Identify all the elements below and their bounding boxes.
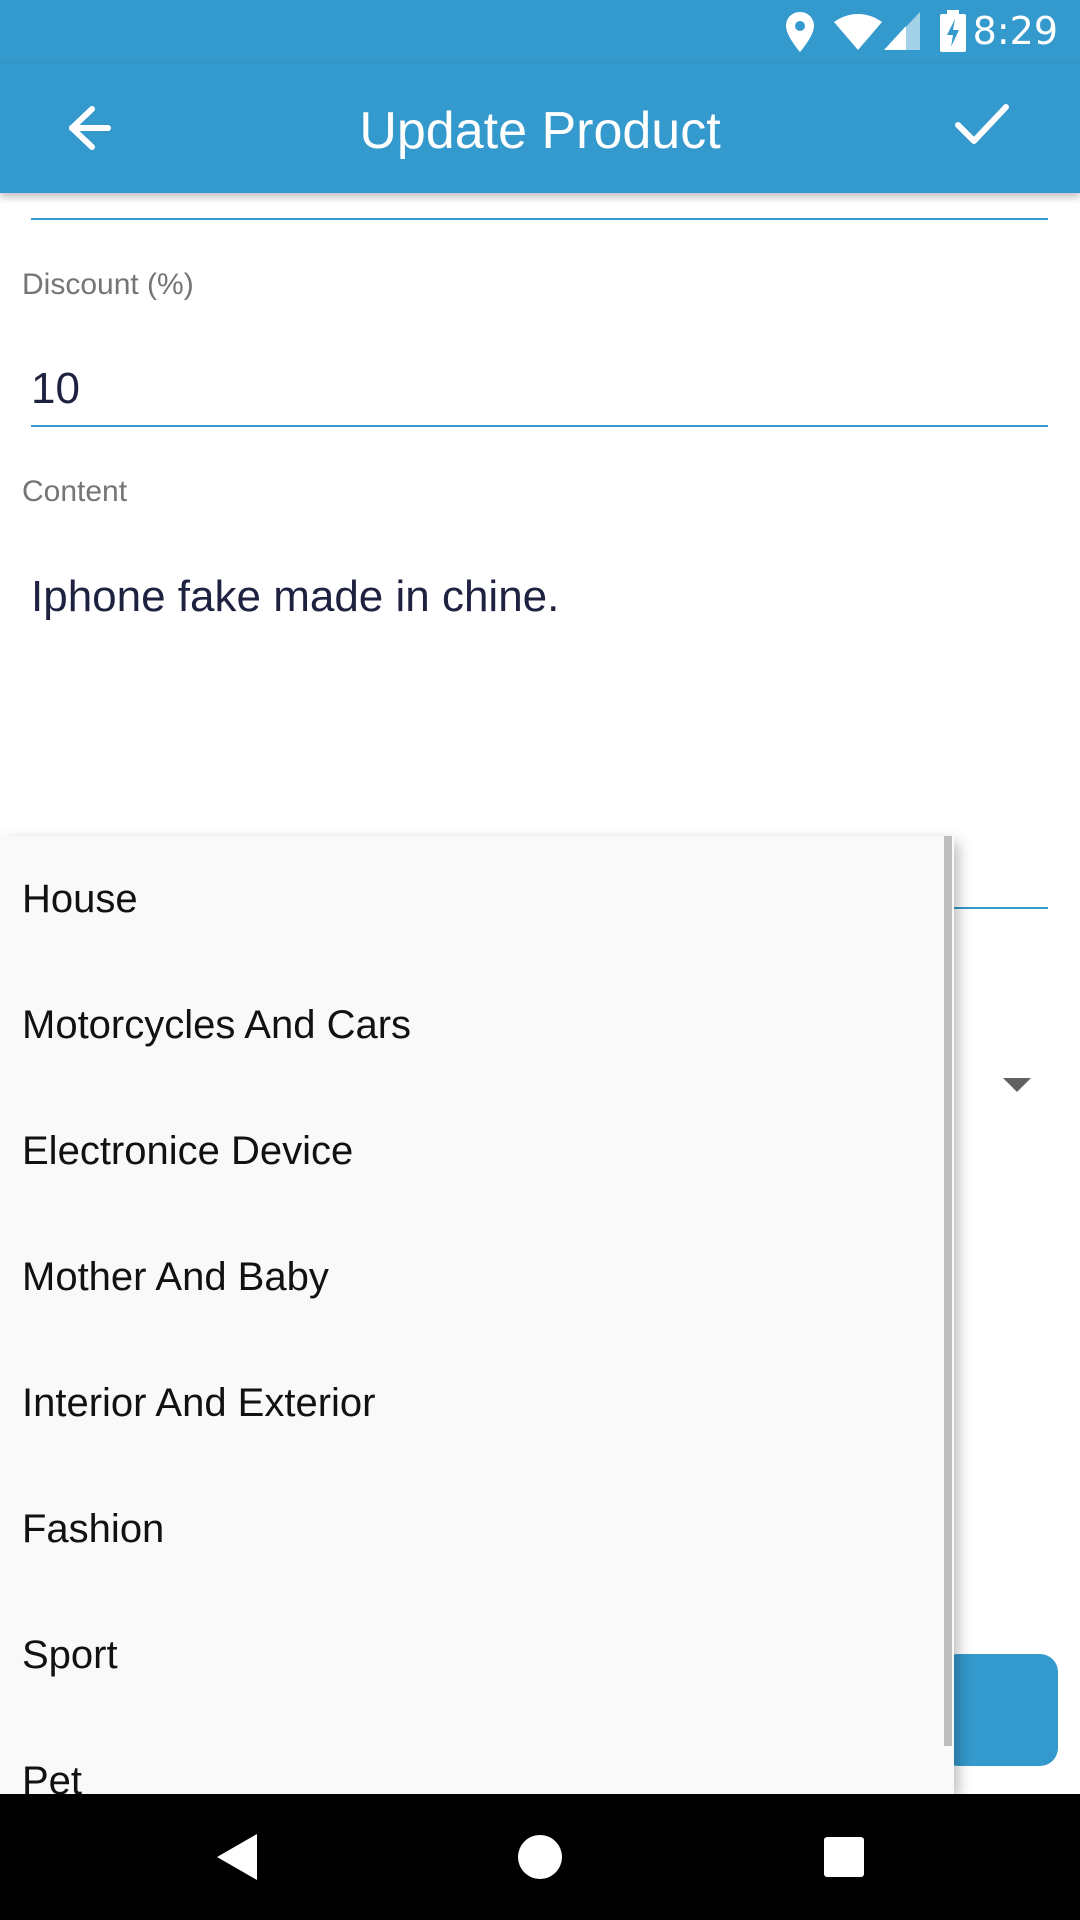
content-label: Content [22, 475, 128, 508]
screen: 1000000 Discount (%) 10 Content Iphone f… [0, 0, 1080, 1920]
confirm-button[interactable] [940, 87, 1024, 161]
wifi-icon [834, 14, 882, 50]
status-bar: 8:29 [0, 0, 1080, 63]
app-bar: Update Product [0, 63, 1080, 193]
dropdown-item-interior-and-exterior[interactable]: Interior And Exterior [0, 1340, 940, 1466]
dropdown-item-sport[interactable]: Sport [0, 1592, 940, 1718]
price-underline [31, 218, 1048, 220]
navigation-bar [0, 1794, 1080, 1920]
dropdown-item-motorcycles-and-cars[interactable]: Motorcycles And Cars [0, 962, 940, 1088]
check-icon [955, 104, 1009, 144]
category-spinner-arrow-icon[interactable] [1003, 1078, 1031, 1092]
dropdown-item-pet[interactable]: Pet [0, 1718, 940, 1795]
dropdown-scrollbar[interactable] [944, 836, 952, 1746]
category-dropdown[interactable]: House Motorcycles And Cars Electronice D… [0, 836, 954, 1794]
location-icon [786, 12, 814, 52]
signal-icon [884, 12, 920, 50]
dropdown-item-mother-and-baby[interactable]: Mother And Baby [0, 1214, 940, 1340]
nav-recents-icon[interactable] [811, 1824, 877, 1890]
discount-field[interactable]: 10 [31, 362, 80, 416]
nav-back-icon[interactable] [205, 1824, 271, 1890]
dropdown-item-house[interactable]: House [0, 836, 940, 962]
status-time: 8:29 [972, 9, 1058, 53]
dropdown-item-fashion[interactable]: Fashion [0, 1466, 940, 1592]
discount-underline [31, 425, 1048, 427]
battery-charging-icon [940, 10, 966, 52]
page-title: Update Product [359, 102, 721, 160]
dropdown-item-electronice-device[interactable]: Electronice Device [0, 1088, 940, 1214]
save-button[interactable] [940, 1654, 1058, 1766]
nav-home-icon[interactable] [507, 1824, 573, 1890]
content-field[interactable]: Iphone fake made in chine. [31, 570, 559, 624]
discount-label: Discount (%) [22, 268, 194, 301]
